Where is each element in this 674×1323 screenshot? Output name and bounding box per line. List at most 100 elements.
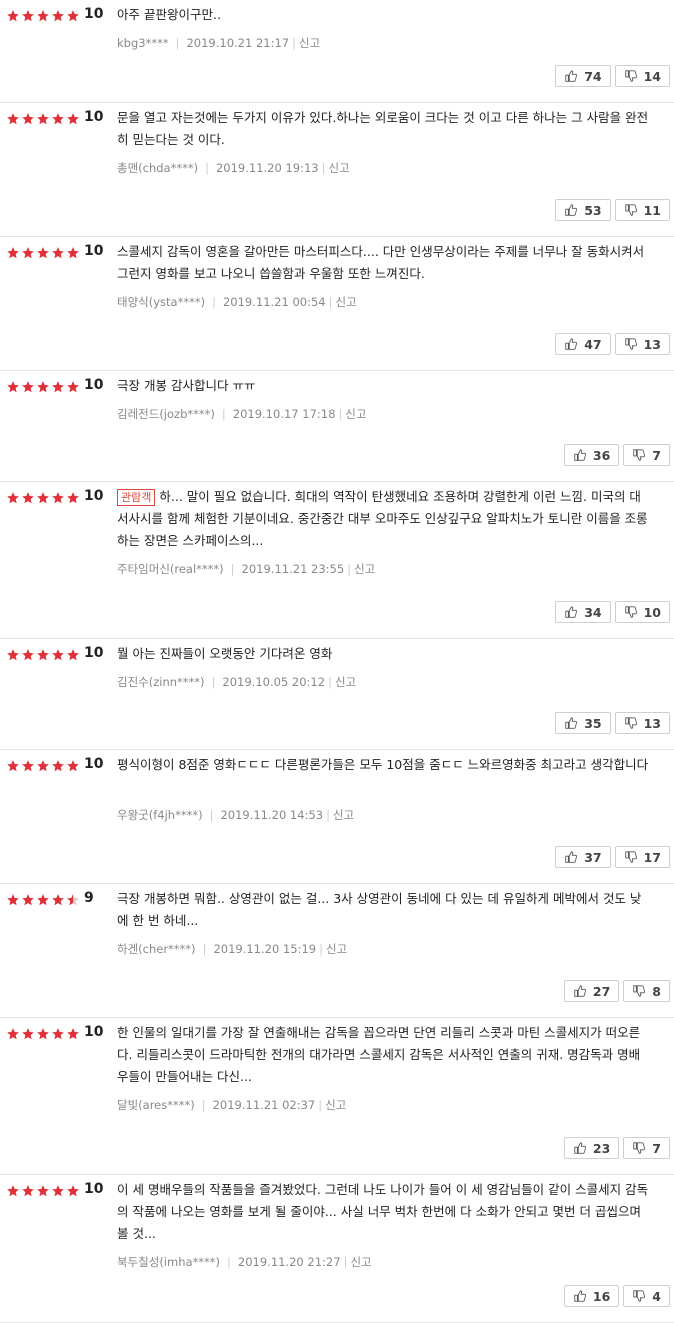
reviewer-name[interactable]: 북두칠성(imha****) xyxy=(117,1254,220,1270)
review-text: 아주 끝판왕이구만.. xyxy=(117,7,221,22)
dislike-button[interactable]: 4 xyxy=(623,1285,670,1307)
like-button[interactable]: 27 xyxy=(563,980,620,1002)
star-full-icon xyxy=(7,10,19,22)
dislike-button[interactable]: 7 xyxy=(623,444,670,466)
report-link[interactable]: 신고 xyxy=(326,941,347,957)
separator: | xyxy=(328,675,332,689)
reviewer-name[interactable]: 총맨(chda****) xyxy=(117,160,198,176)
dislike-button[interactable]: 10 xyxy=(614,601,670,623)
reviewer-name[interactable]: 태양식(ysta****) xyxy=(117,294,205,310)
like-button[interactable]: 23 xyxy=(563,1137,620,1159)
review-meta: 주타임머신(real****) | 2019.11.21 23:55 | 신고 xyxy=(117,561,375,577)
like-button[interactable]: 34 xyxy=(555,601,611,623)
rating-score: 10 xyxy=(84,1024,104,1040)
star-full-icon xyxy=(7,247,19,259)
review-meta: 태양식(ysta****) | 2019.11.21 00:54 | 신고 xyxy=(117,294,357,310)
reviewer-name[interactable]: 김레전드(jozb****) xyxy=(117,406,215,422)
star-full-icon xyxy=(52,1185,64,1197)
dislike-count: 13 xyxy=(643,336,661,352)
star-full-icon xyxy=(52,381,64,393)
dislike-button[interactable]: 11 xyxy=(614,199,670,221)
star-full-icon xyxy=(52,247,64,259)
report-link[interactable]: 신고 xyxy=(335,294,356,310)
review-text: 평식이형이 8점준 영화ㄷㄷㄷ 다른평론가들은 모두 10점을 줌ㄷㄷ 느와르영… xyxy=(117,757,649,772)
like-button[interactable]: 36 xyxy=(563,444,620,466)
rating-score: 10 xyxy=(84,1181,104,1197)
star-rating xyxy=(6,759,81,773)
like-count: 23 xyxy=(592,1140,611,1156)
report-link[interactable]: 신고 xyxy=(345,406,366,422)
like-button[interactable]: 47 xyxy=(555,333,611,355)
dislike-button[interactable]: 14 xyxy=(614,65,670,87)
report-link[interactable]: 신고 xyxy=(325,1097,346,1113)
dislike-count: 8 xyxy=(652,983,661,999)
review-text-container: 문을 열고 자는것에는 두가지 이유가 있다.하나는 외로움이 크다는 것 이고… xyxy=(117,107,650,151)
separator: | xyxy=(338,407,343,421)
star-rating xyxy=(6,112,81,126)
report-link[interactable]: 신고 xyxy=(354,561,375,577)
star-full-icon xyxy=(22,760,34,772)
review-meta: 북두칠성(imha****) | 2019.11.20 21:27 | 신고 xyxy=(117,1254,372,1270)
star-full-icon xyxy=(37,381,49,393)
star-full-icon xyxy=(7,1185,19,1197)
reviewer-name[interactable]: 김진수(zinn****) xyxy=(117,674,205,690)
dislike-button[interactable]: 8 xyxy=(623,980,670,1002)
report-link[interactable]: 신고 xyxy=(329,160,350,176)
like-button[interactable]: 74 xyxy=(555,65,611,87)
star-full-icon xyxy=(67,1185,79,1197)
reviewer-name[interactable]: 달빛(ares****) xyxy=(117,1097,195,1113)
star-full-icon xyxy=(22,113,34,125)
like-button[interactable]: 35 xyxy=(555,712,611,734)
separator: | xyxy=(230,562,235,576)
thumbs-up-icon xyxy=(564,69,578,83)
separator: | xyxy=(212,295,216,309)
dislike-button[interactable]: 13 xyxy=(614,333,670,355)
separator: | xyxy=(321,161,326,175)
thumbs-up-icon xyxy=(573,448,587,462)
review-item: 10 한 인물의 일대기를 가장 잘 연출해내는 감독을 꼽으라면 단연 리들리 … xyxy=(0,1018,674,1175)
review-date: 2019.11.20 15:19 xyxy=(213,942,317,956)
reviewer-name[interactable]: 주타임머신(real****) xyxy=(117,561,224,577)
review-date: 2019.11.21 23:55 xyxy=(241,562,345,576)
review-item: 10 평식이형이 8점준 영화ㄷㄷㄷ 다른평론가들은 모두 10점을 줌ㄷㄷ 느와… xyxy=(0,750,674,884)
dislike-count: 13 xyxy=(643,715,661,731)
dislike-count: 10 xyxy=(643,604,661,620)
thumbs-up-icon xyxy=(573,1141,587,1155)
like-button[interactable]: 16 xyxy=(563,1285,620,1307)
review-text: 뭘 아는 진짜들이 오랫동안 기다려온 영화 xyxy=(117,646,333,661)
star-full-icon xyxy=(22,1185,34,1197)
separator: | xyxy=(209,808,214,822)
thumbs-down-icon xyxy=(632,448,646,462)
review-item: 10 뭘 아는 진짜들이 오랫동안 기다려온 영화 김진수(zinn****) | 20… xyxy=(0,639,674,750)
reviewer-name[interactable]: kbg3**** xyxy=(117,36,169,50)
star-rating xyxy=(6,1184,81,1198)
star-full-icon xyxy=(37,492,49,504)
like-count: 74 xyxy=(584,68,602,84)
report-link[interactable]: 신고 xyxy=(335,674,356,690)
star-rating xyxy=(6,380,81,394)
star-full-icon xyxy=(37,247,49,259)
star-full-icon xyxy=(52,894,64,906)
report-link[interactable]: 신고 xyxy=(333,807,354,823)
dislike-button[interactable]: 13 xyxy=(614,712,670,734)
reviewer-name[interactable]: 우왕굿(f4jh****) xyxy=(117,807,203,823)
like-button[interactable]: 37 xyxy=(555,846,611,868)
review-meta: 달빛(ares****) | 2019.11.21 02:37 | 신고 xyxy=(117,1097,346,1113)
vote-buttons: 34 10 xyxy=(555,601,670,623)
review-text-container: 이 세 명배우들의 작품들을 즐겨봤었다. 그런데 나도 나이가 들어 이 세 … xyxy=(117,1179,650,1245)
star-full-icon xyxy=(7,649,19,661)
reviewer-name[interactable]: 하겐(cher****) xyxy=(117,941,196,957)
dislike-count: 11 xyxy=(643,202,661,218)
dislike-button[interactable]: 17 xyxy=(614,846,670,868)
dislike-button[interactable]: 7 xyxy=(623,1137,670,1159)
like-button[interactable]: 53 xyxy=(555,199,611,221)
review-date: 2019.10.17 17:18 xyxy=(232,407,336,421)
report-link[interactable]: 신고 xyxy=(299,35,320,51)
star-full-icon xyxy=(52,113,64,125)
star-full-icon xyxy=(37,649,49,661)
dislike-count: 14 xyxy=(643,68,661,84)
review-date: 2019.10.05 20:12 xyxy=(222,675,326,689)
dislike-count: 7 xyxy=(652,447,661,463)
review-text: 극장 개봉하면 뭐함.. 상영관이 없는 걸... 3사 상영관이 동네에 다 … xyxy=(117,891,642,928)
report-link[interactable]: 신고 xyxy=(350,1254,371,1270)
